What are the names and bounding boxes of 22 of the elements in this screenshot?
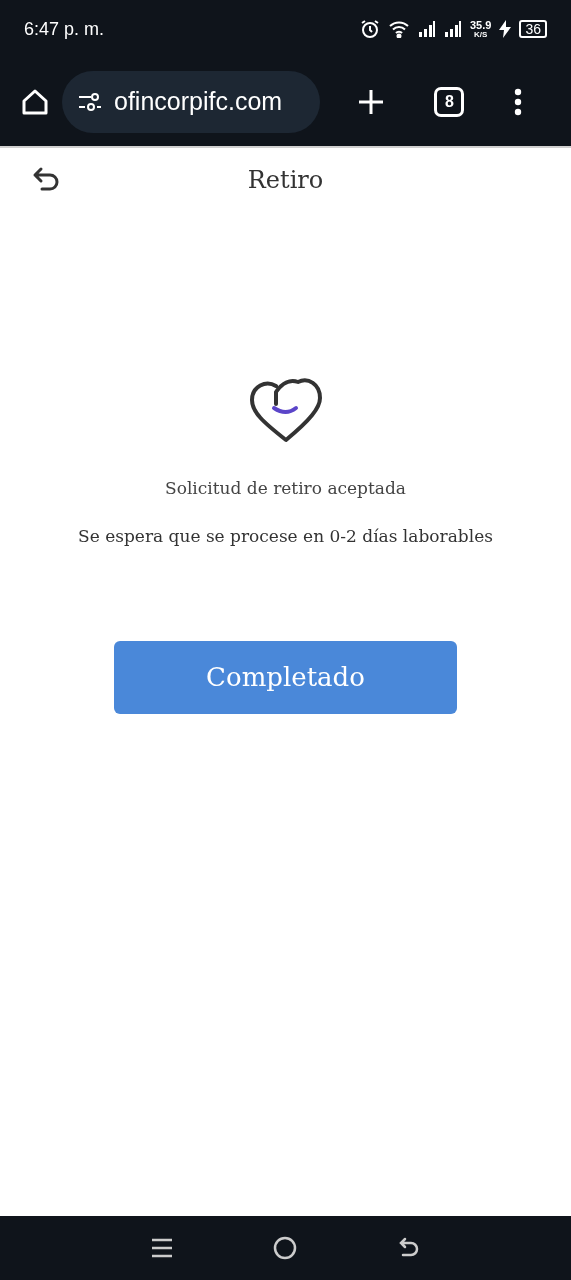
- tab-count[interactable]: 8: [434, 87, 465, 117]
- signal-icon: [418, 21, 436, 37]
- menu-icon[interactable]: [149, 1237, 174, 1259]
- battery-level: 36: [519, 20, 547, 38]
- processing-note: Se espera que se procese en 0-2 días laborables: [78, 524, 493, 548]
- status-message: Solicitud de retiro aceptada: [165, 477, 406, 500]
- complete-button[interactable]: Completado: [114, 641, 457, 714]
- url-text: ofincorpifc.com: [114, 86, 283, 118]
- settings-icon[interactable]: [78, 91, 102, 113]
- address-bar[interactable]: ofincorpifc.com: [62, 71, 320, 133]
- wifi-icon: [388, 20, 410, 38]
- charging-icon: [499, 20, 512, 38]
- status-time: 6:47 p. m.: [24, 17, 105, 41]
- add-icon[interactable]: [356, 88, 385, 116]
- network-speed: 35.9: [470, 19, 492, 31]
- alarm-icon: [360, 19, 380, 39]
- home-icon[interactable]: [273, 1236, 298, 1260]
- more-icon[interactable]: [514, 88, 523, 116]
- home-icon[interactable]: [20, 87, 50, 117]
- page-title: Retiro: [247, 165, 324, 196]
- speed-unit: K/S: [474, 30, 488, 39]
- signal-icon: [444, 21, 462, 37]
